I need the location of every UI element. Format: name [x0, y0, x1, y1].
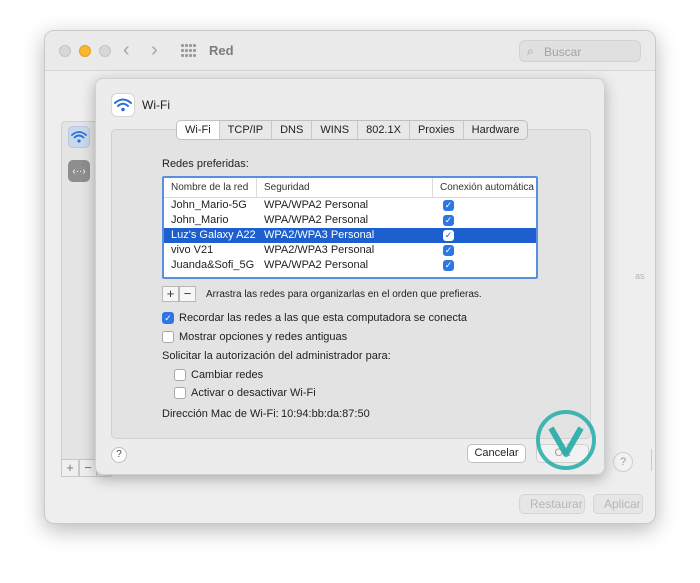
table-row[interactable]: John_Mario-5G WPA/WPA2 Personal ✓ — [164, 198, 536, 213]
wifi-icon — [71, 131, 87, 143]
chevron-right-icon[interactable]: › — [151, 40, 158, 60]
change-networks-checkbox[interactable] — [174, 369, 186, 381]
window-help-button[interactable]: ? — [613, 452, 633, 472]
restore-button[interactable]: Restaurar — [519, 494, 585, 514]
sheet-header: Wi-Fi — [111, 93, 170, 117]
auto-join-cell: ✓ — [433, 258, 536, 273]
network-security: WPA/WPA2 Personal — [264, 199, 369, 211]
window-title: Red — [209, 43, 234, 58]
auto-join-checkbox[interactable]: ✓ — [443, 230, 454, 241]
auto-join-checkbox[interactable]: ✓ — [443, 200, 454, 211]
minimize-window-button[interactable] — [79, 45, 91, 57]
apply-button[interactable]: Aplicar — [593, 494, 643, 514]
search-placeholder: Buscar — [544, 45, 582, 59]
wifi-icon — [114, 98, 132, 112]
auto-join-cell: ✓ — [433, 243, 536, 258]
tab-802-1x[interactable]: 802.1X — [358, 121, 410, 139]
cancel-button[interactable]: Cancelar — [467, 444, 526, 463]
table-row[interactable]: vivo V21 WPA2/WPA3 Personal ✓ — [164, 243, 536, 258]
tab-tcp-ip[interactable]: TCP/IP — [220, 121, 273, 139]
add-network-button[interactable]: + — [162, 286, 179, 302]
mac-address-label: Dirección Mac de Wi-Fi: — [162, 408, 279, 420]
add-remove-controls: + − — [162, 286, 196, 302]
divider — [651, 449, 655, 471]
tab-proxies[interactable]: Proxies — [410, 121, 464, 139]
legacy-networks-checkbox[interactable] — [162, 331, 174, 343]
table-header: Nombre de la red Seguridad Conexión auto… — [164, 178, 536, 198]
sidebar-item-wifi[interactable] — [68, 126, 90, 148]
network-name: Luz's Galaxy A22 — [171, 229, 256, 241]
grid-icon[interactable] — [181, 44, 197, 58]
auto-join-cell: ✓ — [433, 213, 536, 228]
legacy-networks-option[interactable]: Mostrar opciones y redes antiguas — [162, 331, 347, 343]
network-name: John_Mario — [171, 214, 229, 226]
tab-dns[interactable]: DNS — [272, 121, 313, 139]
chevron-left-icon[interactable]: ‹ — [123, 40, 130, 60]
wifi-advanced-sheet: Wi-Fi Wi-Fi TCP/IP DNS WINS 802.1X Proxi… — [95, 78, 605, 475]
remove-network-button[interactable]: − — [179, 286, 196, 302]
sheet-title: Wi-Fi — [142, 98, 170, 112]
auto-join-checkbox[interactable]: ✓ — [443, 260, 454, 271]
change-networks-label: Cambiar redes — [191, 369, 264, 381]
remember-networks-checkbox[interactable]: ✓ — [162, 312, 174, 324]
search-icon: ⌕ — [527, 44, 534, 58]
admin-auth-label: Solicitar la autorización del administra… — [162, 350, 391, 362]
auto-join-checkbox[interactable]: ✓ — [443, 215, 454, 226]
legacy-networks-label: Mostrar opciones y redes antiguas — [179, 331, 348, 343]
column-header-name[interactable]: Nombre de la red — [164, 178, 257, 197]
sidebar-item-ethernet[interactable]: ‹··› — [68, 160, 90, 182]
add-service-button[interactable]: + — [61, 459, 79, 477]
search-field[interactable]: ⌕ Buscar — [519, 40, 641, 62]
tab-wins[interactable]: WINS — [312, 121, 359, 139]
auto-join-cell: ✓ — [433, 198, 536, 213]
preferred-networks-table[interactable]: Nombre de la red Seguridad Conexión auto… — [162, 176, 538, 279]
column-header-security[interactable]: Seguridad — [257, 178, 433, 197]
close-window-button[interactable] — [59, 45, 71, 57]
auto-join-checkbox[interactable]: ✓ — [443, 245, 454, 256]
toggle-wifi-label: Activar o desactivar Wi-Fi — [191, 387, 316, 399]
table-row-selected[interactable]: Luz's Galaxy A22 WPA2/WPA3 Personal ✓ — [164, 228, 536, 243]
watermark-logo — [536, 410, 596, 470]
column-header-auto-join[interactable]: Conexión automática — [433, 178, 536, 197]
ethernet-icon: ‹··› — [72, 165, 86, 177]
table-row[interactable]: Juanda&Sofi_5G WPA/WPA2 Personal ✓ — [164, 258, 536, 273]
tab-wifi[interactable]: Wi-Fi — [177, 121, 220, 139]
help-button[interactable]: ? — [111, 447, 127, 463]
wifi-badge — [111, 93, 135, 117]
drag-hint: Arrastra las redes para organizarlas en … — [206, 289, 482, 300]
preferred-networks-label: Redes preferidas: — [162, 158, 249, 170]
network-name: vivo V21 — [171, 244, 214, 256]
network-security: WPA/WPA2 Personal — [264, 214, 369, 226]
table-row[interactable]: John_Mario WPA/WPA2 Personal ✓ — [164, 213, 536, 228]
network-security: WPA/WPA2 Personal — [264, 259, 369, 271]
remember-networks-option[interactable]: ✓ Recordar las redes a las que esta comp… — [162, 312, 467, 324]
tab-hardware[interactable]: Hardware — [464, 121, 528, 139]
obscured-text: as — [635, 271, 645, 281]
zoom-window-button[interactable] — [99, 45, 111, 57]
auto-join-cell: ✓ — [433, 228, 536, 243]
mac-address-value: 10:94:bb:da:87:50 — [281, 408, 370, 420]
change-networks-option[interactable]: Cambiar redes — [174, 369, 263, 381]
tab-bar: Wi-Fi TCP/IP DNS WINS 802.1X Proxies Har… — [176, 120, 529, 140]
network-name: Juanda&Sofi_5G — [171, 259, 255, 271]
sidebar-footer: + − — [61, 459, 97, 477]
network-security: WPA2/WPA3 Personal — [264, 244, 375, 256]
network-name: John_Mario-5G — [171, 199, 247, 211]
toggle-wifi-option[interactable]: Activar o desactivar Wi-Fi — [174, 387, 316, 399]
window-toolbar: ‹ › Red ⌕ Buscar — [45, 31, 655, 71]
remember-networks-label: Recordar las redes a las que esta comput… — [179, 312, 467, 324]
network-security: WPA2/WPA3 Personal — [264, 229, 375, 241]
toggle-wifi-checkbox[interactable] — [174, 387, 186, 399]
